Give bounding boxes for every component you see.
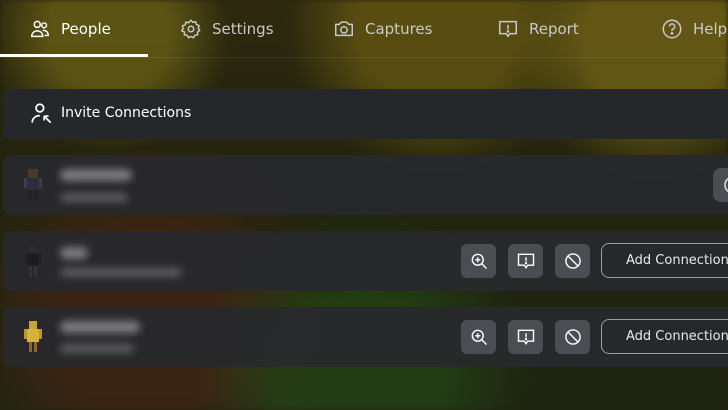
block-icon xyxy=(564,253,581,269)
more-options-button[interactable] xyxy=(713,168,728,202)
player-row[interactable] xyxy=(3,155,728,215)
player-name-redacted xyxy=(60,169,132,181)
more-options-icon xyxy=(724,177,728,193)
gear-icon xyxy=(180,19,201,39)
report-flag-icon xyxy=(499,20,517,38)
add-connection-button[interactable]: Add Connection xyxy=(601,243,728,278)
player-name-redacted xyxy=(60,247,88,259)
player-username-redacted xyxy=(60,268,182,277)
player-username-redacted xyxy=(60,193,128,202)
report-button[interactable] xyxy=(508,244,543,278)
player-username-redacted xyxy=(60,344,134,353)
add-connection-button[interactable]: Add Connection xyxy=(601,319,728,354)
tab-help[interactable]: Help xyxy=(661,15,727,43)
player-avatar-3 xyxy=(24,321,42,352)
tab-label: Settings xyxy=(212,20,274,38)
player-row[interactable]: Add Connection xyxy=(3,307,728,367)
help-icon xyxy=(662,19,682,39)
people-icon xyxy=(31,20,49,38)
tab-settings[interactable]: Settings xyxy=(180,15,274,43)
menu-tab-bar: People Settings Captures Report Help xyxy=(0,0,728,58)
tab-captures[interactable]: Captures xyxy=(333,15,432,43)
tab-label: Help xyxy=(693,20,728,38)
tab-label: People xyxy=(61,20,111,38)
player-avatar-1 xyxy=(24,169,42,200)
inspect-button[interactable] xyxy=(461,244,496,278)
report-icon xyxy=(517,253,534,269)
tab-report[interactable]: Report xyxy=(497,15,579,43)
player-avatar-2 xyxy=(25,244,41,277)
block-button[interactable] xyxy=(555,320,590,354)
tab-divider xyxy=(0,57,728,58)
inspect-button[interactable] xyxy=(461,320,496,354)
inspect-icon xyxy=(471,253,487,270)
tab-label: Report xyxy=(529,20,579,38)
report-button[interactable] xyxy=(508,320,543,354)
inspect-icon xyxy=(471,329,487,346)
invite-connections-button[interactable]: Invite Connections xyxy=(3,89,728,139)
player-row[interactable]: Add Connection xyxy=(3,231,728,291)
report-icon xyxy=(517,329,534,345)
player-name-redacted xyxy=(60,321,140,333)
camera-icon xyxy=(335,21,353,37)
tab-label: Captures xyxy=(365,20,433,38)
invite-label: Invite Connections xyxy=(61,105,192,121)
invite-person-icon xyxy=(31,103,52,124)
block-icon xyxy=(564,329,581,345)
block-button[interactable] xyxy=(555,244,590,278)
tab-people[interactable]: People xyxy=(29,15,111,43)
